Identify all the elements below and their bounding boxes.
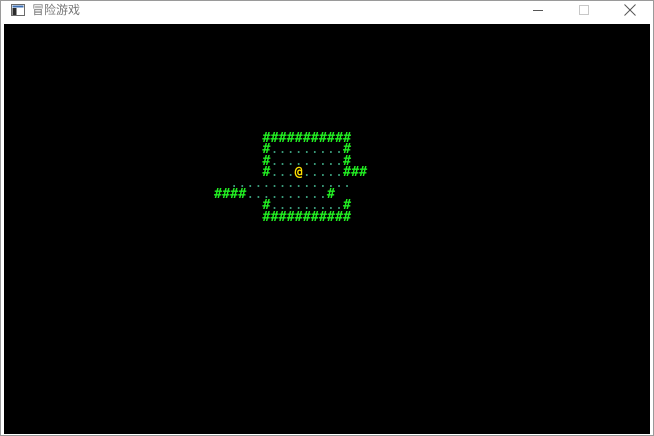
minimize-button[interactable] xyxy=(515,1,561,21)
wall-tile: # xyxy=(286,209,295,225)
wall-tile: # xyxy=(326,209,335,225)
title-bar[interactable]: 冒险游戏 xyxy=(1,1,653,23)
console-app-icon xyxy=(11,4,25,16)
wall-tile: # xyxy=(294,209,303,225)
wall-tile: # xyxy=(318,209,327,225)
wall-tile: # xyxy=(302,209,311,225)
minimize-icon xyxy=(533,4,543,18)
wall-tile: # xyxy=(278,209,287,225)
dungeon-map: ########### #.........# #.........# #...… xyxy=(214,122,480,225)
wall-tile: # xyxy=(334,209,343,225)
close-button[interactable] xyxy=(607,1,653,21)
map-row: ########### xyxy=(214,209,480,225)
game-window: 冒险游戏 ########### #.........# #.........#… xyxy=(0,0,654,436)
maximize-button[interactable] xyxy=(561,1,607,21)
wall-tile: # xyxy=(270,209,279,225)
close-icon xyxy=(624,3,636,19)
game-console[interactable]: ########### #.........# #.........# #...… xyxy=(4,24,650,434)
wall-tile: # xyxy=(343,209,352,225)
window-title: 冒险游戏 xyxy=(32,3,81,17)
wall-tile: # xyxy=(310,209,319,225)
maximize-icon xyxy=(579,4,589,18)
